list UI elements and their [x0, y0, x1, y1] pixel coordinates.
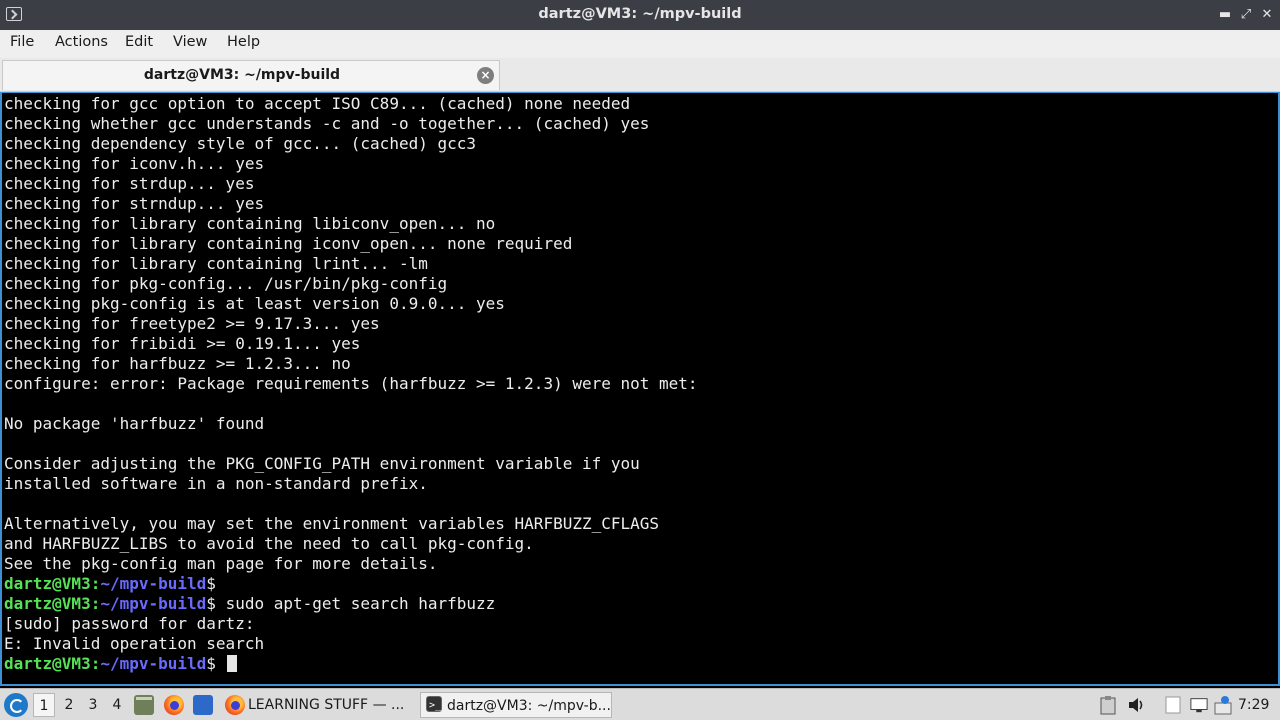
- prompt-path: ~/mpv-build: [100, 654, 207, 673]
- terminal-line: configure: error: Package requirements (…: [4, 374, 698, 393]
- updates-icon[interactable]: [1214, 695, 1232, 715]
- terminal-line: No package 'harfbuzz' found: [4, 414, 265, 433]
- window-title: dartz@VM3: ~/mpv-build: [538, 6, 742, 22]
- show-desktop-icon[interactable]: [193, 695, 213, 715]
- menu-view[interactable]: View: [173, 34, 207, 50]
- prompt-symbol: $: [206, 594, 216, 613]
- workspace-4[interactable]: 4: [106, 693, 128, 717]
- terminal-icon: [426, 696, 442, 715]
- volume-icon[interactable]: [1127, 695, 1145, 715]
- task-label: dartz@VM3: ~/mpv-b...: [447, 698, 611, 714]
- clock: 7:29: [1238, 697, 1270, 713]
- command-text: sudo apt-get search harfbuzz: [215, 594, 496, 613]
- taskbar: 1 2 3 4 LEARNING STUFF — ... dartz@VM3: …: [0, 688, 1280, 720]
- menu-file[interactable]: File: [10, 34, 34, 50]
- terminal-line: checking for library containing lrint...…: [4, 254, 428, 273]
- terminal-line: and HARFBUZZ_LIBS to avoid the need to c…: [4, 534, 534, 553]
- firefox-icon: [225, 695, 245, 715]
- firefox-icon[interactable]: [164, 695, 184, 715]
- clipboard-icon[interactable]: [1099, 695, 1117, 715]
- terminal-line: checking for gcc option to accept ISO C8…: [4, 94, 631, 113]
- prompt-user: dartz@VM3:: [4, 574, 101, 593]
- menu-actions[interactable]: Actions: [55, 34, 108, 50]
- notes-icon[interactable]: [1164, 695, 1182, 715]
- terminal-line: dartz@VM3:~/mpv-build$ sudo apt-get sear…: [4, 594, 698, 614]
- terminal-line: checking for iconv.h... yes: [4, 154, 265, 173]
- terminal-line: checking for fribidi >= 0.19.1... yes: [4, 334, 361, 353]
- tab-bar: dartz@VM3: ~/mpv-build ×: [0, 58, 1280, 92]
- task-firefox[interactable]: LEARNING STUFF — ...: [222, 692, 412, 718]
- terminal-line: checking whether gcc understands -c and …: [4, 114, 650, 133]
- prompt-symbol: $: [206, 654, 216, 673]
- prompt-user: dartz@VM3:: [4, 594, 101, 613]
- terminal-line: See the pkg-config man page for more det…: [4, 554, 438, 573]
- command-text: [216, 654, 226, 673]
- prompt-user: dartz@VM3:: [4, 654, 101, 673]
- terminal-line: checking for pkg-config... /usr/bin/pkg-…: [4, 274, 448, 293]
- terminal-line: E: Invalid operation search: [4, 634, 265, 653]
- terminal-line: [sudo] password for dartz:: [4, 614, 255, 633]
- terminal-line: checking for strdup... yes: [4, 174, 255, 193]
- window-titlebar: dartz@VM3: ~/mpv-build ▬ ⤢ ✕: [0, 0, 1280, 30]
- prompt-path: ~/mpv-build: [100, 574, 207, 593]
- task-label: LEARNING STUFF — ...: [248, 697, 405, 713]
- terminal-line: dartz@VM3:~/mpv-build$: [4, 654, 698, 674]
- tab-close-icon[interactable]: ×: [477, 67, 494, 84]
- prompt-symbol: $: [206, 574, 216, 593]
- terminal-line: Alternatively, you may set the environme…: [4, 514, 660, 533]
- menu-bar: File Actions Edit View Help: [0, 30, 1280, 58]
- terminal-line: checking for strndup... yes: [4, 194, 265, 213]
- terminal-line: checking dependency style of gcc... (cac…: [4, 134, 477, 153]
- menu-edit[interactable]: Edit: [125, 34, 153, 50]
- terminal-line: checking pkg-config is at least version …: [4, 294, 505, 313]
- terminal-line: checking for harfbuzz >= 1.2.3... no: [4, 354, 351, 373]
- minimize-button[interactable]: ▬: [1216, 6, 1234, 24]
- terminal-line: checking for library containing libiconv…: [4, 214, 496, 233]
- terminal-line: installed software in a non-standard pre…: [4, 474, 428, 493]
- terminal-line: dartz@VM3:~/mpv-build$: [4, 574, 698, 594]
- workspace-3[interactable]: 3: [82, 693, 104, 717]
- workspace-1[interactable]: 1: [33, 693, 55, 717]
- display-icon[interactable]: [1190, 695, 1208, 715]
- close-window-button[interactable]: ✕: [1258, 6, 1276, 24]
- menu-help[interactable]: Help: [227, 34, 260, 50]
- task-terminal[interactable]: dartz@VM3: ~/mpv-b...: [420, 692, 612, 718]
- start-menu-icon[interactable]: [4, 693, 28, 717]
- terminal-line: checking for library containing iconv_op…: [4, 234, 573, 253]
- workspace-2[interactable]: 2: [58, 693, 80, 717]
- file-manager-icon[interactable]: [134, 695, 154, 715]
- terminal-view[interactable]: checking for gcc option to accept ISO C8…: [0, 92, 1280, 686]
- terminal-line: checking for freetype2 >= 9.17.3... yes: [4, 314, 380, 333]
- terminal-output: checking for gcc option to accept ISO C8…: [4, 94, 698, 674]
- maximize-button[interactable]: ⤢: [1237, 6, 1255, 24]
- prompt-path: ~/mpv-build: [100, 594, 207, 613]
- text-cursor: [226, 655, 237, 672]
- tab-terminal[interactable]: dartz@VM3: ~/mpv-build ×: [2, 60, 500, 90]
- terminal-line: Consider adjusting the PKG_CONFIG_PATH e…: [4, 454, 640, 473]
- tab-label: dartz@VM3: ~/mpv-build: [143, 67, 341, 83]
